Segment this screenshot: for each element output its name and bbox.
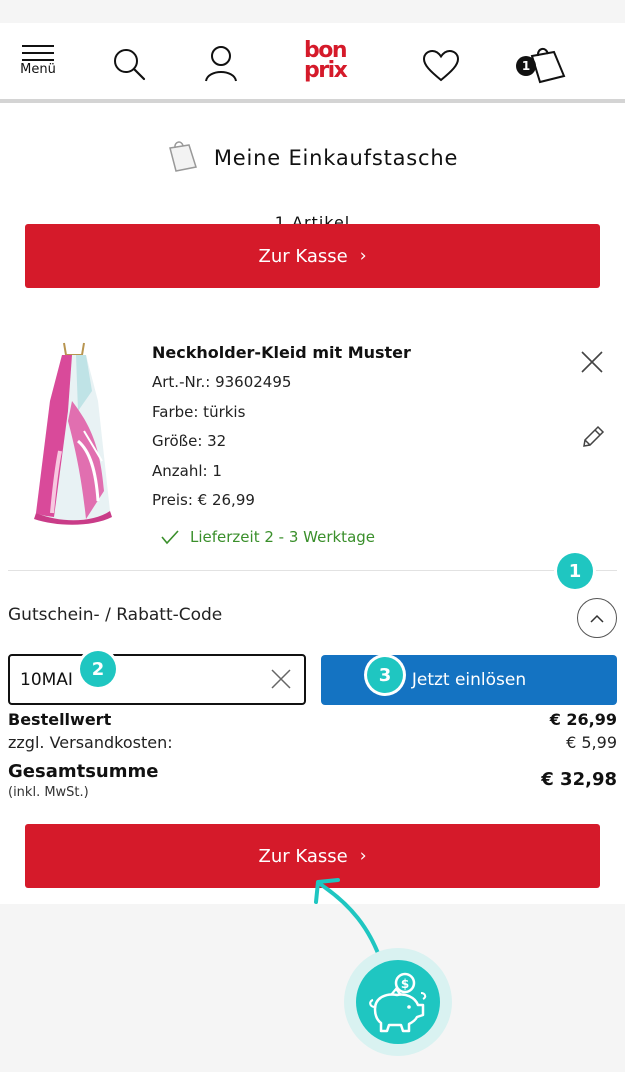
menu-icon-bar xyxy=(22,59,54,61)
total-label: Gesamtsumme xyxy=(8,761,159,782)
page-title: Meine Einkaufstasche xyxy=(213,146,459,170)
chevron-right-icon: › xyxy=(359,846,367,866)
menu-icon-bar xyxy=(22,52,54,54)
svg-text:$: $ xyxy=(401,977,409,991)
checkout-button-label: Zur Kasse xyxy=(258,245,348,267)
checkout-button-label: Zur Kasse xyxy=(258,845,348,867)
product-article-number: Art.-Nr.: 93602495 xyxy=(152,373,292,391)
order-value-amount: € 26,99 xyxy=(549,710,617,729)
delivery-info: Lieferzeit 2 - 3 Werktage xyxy=(160,528,375,546)
annotation-marker-2: 2 xyxy=(80,651,116,687)
bonprix-logo[interactable]: bon prix xyxy=(304,40,354,85)
product-size: Größe: 32 xyxy=(152,432,227,450)
delivery-time: Lieferzeit 2 - 3 Werktage xyxy=(190,528,376,546)
product-name[interactable]: Neckholder-Kleid mit Muster xyxy=(152,343,411,362)
chevron-up-icon xyxy=(590,614,604,623)
product-quantity: Anzahl: 1 xyxy=(152,461,222,480)
product-color: Farbe: türkis xyxy=(152,402,246,421)
shopping-bag-icon xyxy=(167,140,199,176)
annotation-marker-3: 3 xyxy=(367,657,403,693)
vat-note: (inkl. MwSt.) xyxy=(8,785,89,800)
coupon-toggle-button[interactable] xyxy=(577,598,617,638)
coupon-section-label[interactable]: Gutschein- / Rabatt-Code xyxy=(8,605,222,625)
redeem-coupon-button[interactable]: Jetzt einlösen xyxy=(321,655,617,705)
product-image[interactable] xyxy=(32,341,116,527)
basket-title-row: Meine Einkaufstasche xyxy=(0,140,625,176)
checkout-button-top[interactable]: Zur Kasse › xyxy=(25,224,600,288)
total-amount: € 32,98 xyxy=(541,769,617,790)
checkmark-icon xyxy=(161,530,179,545)
menu-label: Menü xyxy=(20,62,56,77)
menu-button[interactable]: Menü xyxy=(18,45,58,77)
edit-pencil-icon[interactable] xyxy=(581,425,605,453)
redeem-button-label: Jetzt einlösen xyxy=(411,670,527,690)
cart-count-badge: 1 xyxy=(516,56,536,76)
clear-input-close-icon[interactable] xyxy=(270,668,292,690)
coupon-code-field[interactable] xyxy=(8,654,306,705)
page-content: Menü bon prix 1 Meine Einkaufstasche 1 A… xyxy=(0,23,625,904)
piggy-bank-icon[interactable]: $ xyxy=(356,960,440,1044)
product-info: Neckholder-Kleid mit Muster Art.-Nr.: 93… xyxy=(152,343,411,521)
shipping-label: zzgl. Versandkosten: xyxy=(8,733,173,752)
logo-text-prix: prix xyxy=(304,58,348,83)
wishlist-heart-icon[interactable] xyxy=(422,49,460,86)
coupon-code-input[interactable] xyxy=(20,668,260,692)
shipping-amount: € 5,99 xyxy=(566,733,617,752)
chevron-right-icon: › xyxy=(359,246,367,266)
annotation-marker-1: 1 xyxy=(557,553,593,589)
site-header: Menü bon prix 1 xyxy=(0,23,625,103)
menu-icon-bar xyxy=(22,45,54,47)
remove-item-close-icon[interactable] xyxy=(580,350,604,378)
shopping-bag-icon[interactable]: 1 xyxy=(516,46,566,88)
section-divider xyxy=(8,570,617,571)
product-price: Preis: € 26,99 xyxy=(152,491,255,509)
order-value-label: Bestellwert xyxy=(8,710,112,729)
search-icon[interactable] xyxy=(112,47,146,85)
account-icon[interactable] xyxy=(204,45,238,87)
